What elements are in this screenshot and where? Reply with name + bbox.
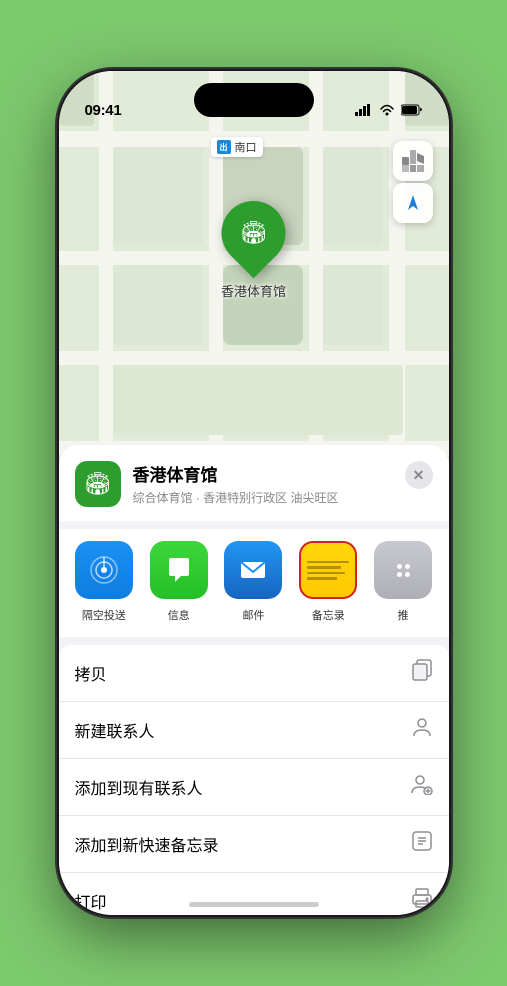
airdrop-label: 隔空投送 [82,607,126,623]
more-icon [374,541,432,599]
share-icons-row: 隔空投送 信息 邮件 [59,529,449,637]
home-indicator [189,902,319,907]
notes-line-3 [307,572,345,575]
notes-lines-decoration [301,553,355,588]
print-icon [411,887,433,915]
venue-name: 香港体育馆 [133,461,393,486]
more-dot-1 [397,564,402,569]
venue-icon-small: 🏟 [75,461,121,507]
new-contact-label: 新建联系人 [75,718,155,742]
status-time: 09:41 [85,102,122,119]
notes-icon [299,541,357,599]
dynamic-island [194,83,314,117]
action-copy[interactable]: 拷贝 [59,645,449,702]
notes-line-1 [307,561,349,564]
notes-label: 备忘录 [312,607,345,623]
venue-info-header: 🏟 香港体育馆 综合体育馆 · 香港特别行政区 油尖旺区 ✕ [59,445,449,521]
location-button[interactable] [393,183,433,223]
venue-description: 综合体育馆 · 香港特别行政区 油尖旺区 [133,489,393,506]
copy-label: 拷贝 [75,661,107,685]
map-controls [393,141,433,223]
print-label: 打印 [75,889,107,913]
action-print[interactable]: 打印 [59,873,449,915]
venue-pin: 🏟 [208,188,299,279]
phone-screen: 09:41 [59,71,449,915]
copy-icon [411,659,433,687]
status-icons [355,104,423,119]
venue-text: 香港体育馆 综合体育馆 · 香港特别行政区 油尖旺区 [133,461,393,506]
action-quick-note[interactable]: 添加到新快速备忘录 [59,816,449,873]
wifi-icon [379,104,395,119]
share-message[interactable]: 信息 [141,541,216,623]
share-notes[interactable]: 备忘录 [291,541,366,623]
airdrop-icon [75,541,133,599]
message-icon [150,541,208,599]
new-contact-icon [411,716,433,744]
battery-icon [401,104,423,119]
more-dot-2 [405,564,410,569]
more-dot-row-2 [397,572,410,577]
action-add-existing[interactable]: 添加到现有联系人 [59,759,449,816]
share-mail[interactable]: 邮件 [216,541,291,623]
notes-line-4 [307,577,336,580]
action-list: 拷贝 新建联系人 添加到现有联系人 [59,645,449,915]
mail-icon [224,541,282,599]
venue-label-text: 香港体育馆 [221,281,286,300]
share-airdrop[interactable]: 隔空投送 [67,541,142,623]
map-label-icon: 出 [217,140,231,154]
add-existing-label: 添加到现有联系人 [75,775,203,799]
map-area: 出 南口 🏟 香港体育馆 [59,71,449,501]
map-label-text: 南口 [235,139,257,155]
quick-note-icon [411,830,433,858]
action-new-contact[interactable]: 新建联系人 [59,702,449,759]
notes-line-2 [307,566,341,569]
add-existing-icon [411,773,433,801]
more-dot-4 [405,572,410,577]
phone-frame: 09:41 [59,71,449,915]
map-type-button[interactable] [393,141,433,181]
map-label: 出 南口 [211,137,263,157]
venue-marker: 🏟 香港体育馆 [221,201,286,300]
share-more[interactable]: 推 [366,541,441,623]
more-dot-row-1 [397,564,410,569]
more-label: 推 [398,607,409,623]
bottom-sheet: 🏟 香港体育馆 综合体育馆 · 香港特别行政区 油尖旺区 ✕ 隔空投送 [59,445,449,915]
signal-icon [355,104,373,119]
venue-pin-inner: 🏟 [240,220,268,246]
quick-note-label: 添加到新快速备忘录 [75,832,219,856]
more-dot-3 [397,572,402,577]
message-label: 信息 [168,607,190,623]
mail-label: 邮件 [242,607,264,623]
close-button[interactable]: ✕ [405,461,433,489]
